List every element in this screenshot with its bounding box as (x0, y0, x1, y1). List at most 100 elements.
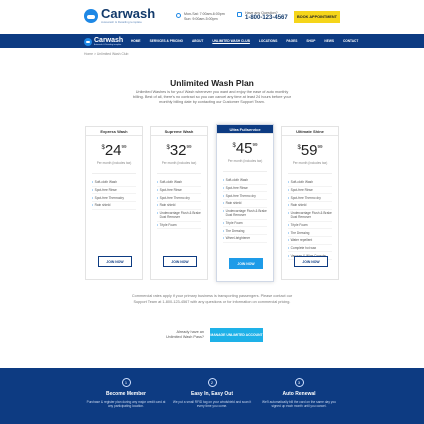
price-cents: 99 (121, 144, 127, 149)
hours-sunday: Sun: 9:00am-5:00pm (184, 17, 218, 21)
plan-price: $5999 (282, 143, 338, 159)
page-intro: Unlimited Washes is for you! Wash whenev… (133, 90, 291, 104)
plan-price: $4599 (217, 141, 273, 157)
plan-card: Ultimate Shine $5999 Per month (includes t… (281, 126, 339, 280)
join-now-button[interactable]: JOIN NOW (294, 256, 328, 267)
plan-card: Ultra Fullservice $4599 Per month (include… (216, 124, 274, 282)
benefit-description: We put a small RFID tag on your windshie… (172, 400, 252, 409)
join-now-button[interactable]: JOIN NOW (163, 256, 197, 267)
price-dollars: 45 (235, 140, 253, 157)
plan-feature: Tire Dressing (223, 227, 267, 235)
plan-name: Express Wash (86, 127, 142, 136)
benefit-description: Purchase & register plan during any majo… (86, 400, 166, 409)
plan-feature: Water repellent (288, 237, 332, 245)
plan-feature: Tire Dressing (288, 229, 332, 237)
plan-features: Soft-cloth WashSpot-free RinseSpot-free … (86, 179, 142, 210)
plan-feature: Rain shield (223, 200, 267, 208)
plan-feature: Spot-free Rinse (223, 185, 267, 193)
clock-icon (176, 13, 181, 18)
nav-item[interactable]: LOCATIONS (259, 39, 278, 43)
manage-account-row: Already have an Unlimited Wash Pass? MAN… (160, 328, 263, 342)
price-cents: 99 (317, 144, 323, 149)
plan-feature: Soft-cloth Wash (92, 179, 136, 187)
plan-name: Ultimate Shine (282, 127, 338, 136)
plan-features: Soft-cloth WashSpot-free RinseSpot-free … (151, 179, 207, 230)
plan-feature: Undercarriage Flush & Brake Dust Remover (288, 210, 332, 222)
phone-number[interactable]: 1-800-123-4567 (245, 15, 288, 22)
car-logo-icon (84, 38, 92, 46)
plan-feature: Rain shield (92, 202, 136, 210)
join-now-button[interactable]: JOIN NOW (98, 256, 132, 267)
benefit-item: 1 Become Member Purchase & register plan d… (86, 378, 166, 409)
pricing-plans: Express Wash $2499 Per month (includes tax… (85, 124, 339, 282)
benefits-band: 1 Become Member Purchase & register plan d… (0, 368, 424, 424)
brand-logo[interactable]: Carwash Autowash & Detailing template (84, 7, 155, 24)
plan-feature: Undercarriage Flush & Brake Dust Remover (223, 208, 267, 220)
nav-item[interactable]: UNLIMITED WASH CLUB (212, 39, 250, 43)
join-now-button[interactable]: JOIN NOW (229, 258, 263, 269)
plan-feature: Spot-free Thermo dry (157, 194, 201, 203)
price-currency: $ (101, 145, 105, 151)
plan-price: $2499 (86, 143, 142, 159)
benefit-description: We'll automatically bill the card on the… (262, 400, 336, 409)
plan-card: Supreme Wash $3299 Per month (includes tax… (150, 126, 208, 280)
price-currency: $ (297, 145, 301, 151)
price-dollars: 24 (104, 142, 122, 159)
plan-feature: Spot-free Rinse (92, 187, 136, 195)
phone-icon (237, 12, 242, 17)
plan-feature: Rain shield (288, 202, 332, 210)
breadcrumb: Home > Unlimited Wash Club (84, 52, 129, 56)
nav-item[interactable]: ABOUT (192, 39, 203, 43)
plan-name: Ultra Fullservice (217, 125, 273, 134)
plan-feature: Triple Foam (157, 222, 201, 230)
benefit-title: Become Member (105, 391, 146, 397)
nav-item[interactable]: SHOP (306, 39, 315, 43)
benefit-title: Auto Renewal (282, 391, 316, 397)
price-period: Per month (includes tax) (227, 159, 263, 163)
plan-card: Express Wash $2499 Per month (includes tax… (85, 126, 143, 280)
nav-item[interactable]: NEWS (324, 39, 334, 43)
nav-brand-logo[interactable]: Carwash Autowash & Detailing template (84, 37, 123, 47)
brand-name: Carwash (101, 6, 156, 21)
plan-feature: Soft-cloth Wash (157, 179, 201, 187)
plan-feature: Soft-cloth Wash (288, 179, 332, 187)
page-title: Unlimited Wash Plan (170, 78, 254, 88)
price-period: Per month (includes tax) (161, 161, 197, 165)
plan-feature: Rain shield (157, 202, 201, 210)
price-cents: 99 (252, 142, 258, 147)
plan-name: Supreme Wash (151, 127, 207, 136)
price-currency: $ (166, 145, 170, 151)
commercial-terms: Commercial rates apply if your primary b… (131, 294, 293, 304)
plan-feature: Spot-free Rinse (288, 187, 332, 195)
plan-feature: Spot-free Thermo dry (223, 192, 267, 201)
top-header: Carwash Autowash & Detailing template Mo… (0, 0, 424, 34)
manage-question: Already have an Unlimited Wash Pass? (165, 330, 204, 339)
nav-item[interactable]: PAGES (286, 39, 297, 43)
price-cents: 99 (186, 144, 192, 149)
nav-item[interactable]: HOME (131, 39, 141, 43)
plan-feature: Wheel-brightener (223, 235, 267, 243)
price-dollars: 59 (300, 142, 318, 159)
plan-divider (157, 173, 201, 174)
plan-feature: Spot-free Thermodry (92, 194, 136, 203)
opening-hours: Mon-Sat: 7:00am-6:00pm Sun: 9:00am-5:00p… (176, 12, 225, 22)
nav-items: HOME SERVICES & PRICING ABOUT UNLIMITED WAS… (131, 34, 367, 48)
price-period: Per month (includes tax) (292, 161, 328, 165)
phone-contact: Have any Question? 1-800-123-4567 (237, 11, 288, 22)
plan-price: $3299 (151, 143, 207, 159)
benefit-title: Easy In, Easy Out (191, 391, 233, 397)
book-appointment-button[interactable]: BOOK APPOINTMENT (294, 11, 340, 23)
benefit-number: 2 (207, 378, 217, 387)
plan-feature: Undercarriage Flush & Brake Dust Remover (157, 210, 201, 222)
main-nav: Carwash Autowash & Detailing template HO… (0, 34, 424, 48)
plan-feature: Triple Foam (223, 220, 267, 228)
nav-item[interactable]: CONTACT (343, 39, 358, 43)
nav-item[interactable]: SERVICES & PRICING (150, 39, 183, 43)
benefit-number: 1 (121, 378, 131, 387)
plan-divider (223, 171, 267, 172)
manage-account-button[interactable]: MANAGE UNLIMITED ACCOUNT (210, 328, 263, 342)
plan-feature: Soft-cloth Wash (223, 177, 267, 185)
plan-feature: Triple Foam (288, 222, 332, 230)
plan-divider (288, 173, 332, 174)
price-currency: $ (232, 143, 236, 149)
